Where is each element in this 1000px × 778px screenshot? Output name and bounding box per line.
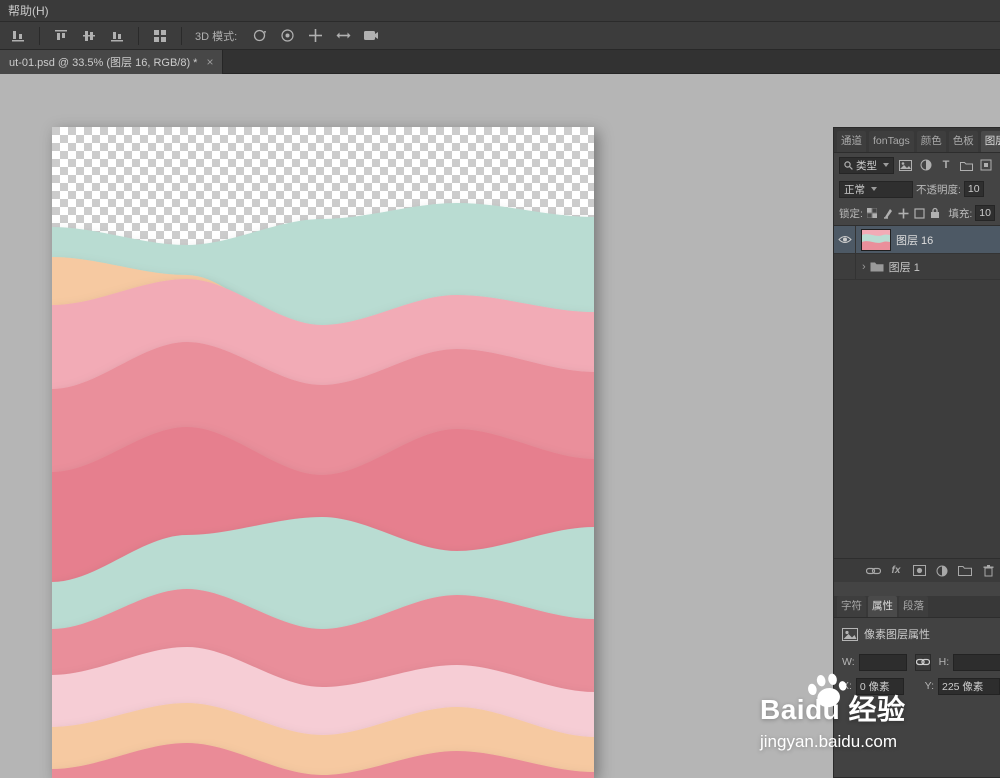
lock-all-icon[interactable] bbox=[929, 206, 942, 221]
layers-filter-row: 类型 T bbox=[834, 153, 1000, 177]
tab-layers[interactable]: 图层 bbox=[980, 131, 1000, 152]
lock-fill-row: 锁定: 填充: 10 bbox=[834, 201, 1000, 225]
delete-layer-icon[interactable] bbox=[980, 563, 996, 579]
divider bbox=[39, 26, 40, 45]
lock-label: 锁定: bbox=[839, 207, 863, 220]
group-disclosure-icon[interactable]: › bbox=[862, 261, 866, 273]
filter-shape-layers-icon[interactable] bbox=[958, 157, 975, 174]
tab-character[interactable]: 字符 bbox=[837, 596, 866, 617]
layer-filter-kind-select[interactable]: 类型 bbox=[839, 156, 894, 174]
layer-row-selected[interactable]: 图层 16 bbox=[834, 226, 1000, 254]
blend-opacity-row: 正常 不透明度: 10 bbox=[834, 177, 1000, 201]
tab-swatches[interactable]: 色板 bbox=[948, 131, 978, 152]
document-tab-title: ut-01.psd @ 33.5% (图层 16, RGB/8) * bbox=[9, 57, 198, 69]
3d-camera-icon[interactable] bbox=[359, 26, 383, 46]
watermark-url: jingyan.baidu.com bbox=[760, 732, 898, 751]
dock-divider bbox=[834, 582, 1000, 596]
blend-mode-select[interactable]: 正常 bbox=[839, 180, 913, 198]
distribute-center-icon[interactable] bbox=[77, 26, 101, 46]
layer-name: 图层 16 bbox=[896, 234, 934, 247]
width-input[interactable] bbox=[858, 653, 907, 671]
tab-channels[interactable]: 通道 bbox=[837, 131, 866, 152]
3d-slide-icon[interactable] bbox=[331, 26, 355, 46]
options-bar: 3D 模式: bbox=[0, 22, 1000, 50]
menu-bar: 帮助(H) bbox=[0, 0, 1000, 22]
width-label: W: bbox=[842, 656, 855, 668]
watermark-brand: Baidu 经验 bbox=[760, 673, 906, 728]
fill-label: 填充: bbox=[948, 207, 973, 220]
pixel-layer-icon bbox=[842, 627, 858, 641]
opacity-value[interactable]: 10 bbox=[963, 181, 984, 197]
distribute-top-icon[interactable] bbox=[49, 26, 73, 46]
right-panel-dock: 通道 fonTags 颜色 色板 图层 类型 T 正常 不透明度: bbox=[833, 127, 1000, 778]
3d-orbit-icon[interactable] bbox=[247, 26, 271, 46]
filter-pixel-layers-icon[interactable] bbox=[897, 157, 914, 174]
paper-cut-waves-illustration bbox=[52, 127, 594, 778]
lock-transparent-pixels-icon[interactable] bbox=[866, 206, 879, 221]
tab-fontags[interactable]: fonTags bbox=[869, 131, 914, 152]
y-input[interactable] bbox=[938, 677, 1000, 695]
divider bbox=[138, 26, 139, 45]
layer-row-group[interactable]: › 图层 1 bbox=[834, 254, 1000, 280]
height-label: H: bbox=[938, 656, 950, 668]
grid-options-icon[interactable] bbox=[148, 26, 172, 46]
layers-panel-tab-bar: 通道 fonTags 颜色 色板 图层 bbox=[834, 128, 1000, 153]
properties-title: 像素图层属性 bbox=[864, 629, 930, 641]
layer-mask-icon[interactable] bbox=[911, 563, 927, 579]
folder-icon bbox=[870, 262, 884, 272]
search-icon bbox=[844, 160, 853, 170]
height-input[interactable] bbox=[953, 653, 1000, 671]
y-label: Y: bbox=[924, 680, 934, 692]
link-layers-icon[interactable] bbox=[865, 563, 881, 579]
chevron-down-icon bbox=[871, 187, 877, 191]
lock-image-pixels-icon[interactable] bbox=[882, 206, 895, 221]
lock-position-icon[interactable] bbox=[897, 206, 910, 221]
layers-panel-footer: fx bbox=[834, 558, 1000, 582]
distribute-bottom-icon[interactable] bbox=[105, 26, 129, 46]
close-tab-icon[interactable]: × bbox=[206, 55, 213, 69]
fill-value[interactable]: 10 bbox=[975, 205, 995, 221]
properties-panel-tab-bar: 字符 属性 段落 bbox=[834, 596, 1000, 618]
adjustment-layer-icon[interactable] bbox=[934, 563, 950, 579]
3d-roll-icon[interactable] bbox=[275, 26, 299, 46]
document-tab[interactable]: ut-01.psd @ 33.5% (图层 16, RGB/8) * × bbox=[0, 50, 224, 74]
layer-style-icon[interactable]: fx bbox=[888, 563, 904, 579]
lock-artboard-icon[interactable] bbox=[913, 206, 926, 221]
tab-paragraph[interactable]: 段落 bbox=[899, 596, 928, 617]
new-group-icon[interactable] bbox=[957, 563, 973, 579]
width-height-row: W: H: bbox=[834, 650, 1000, 674]
watermark: Baidu 经验 jingyan.baidu.com bbox=[760, 673, 906, 752]
layer-list: 图层 16 › 图层 1 bbox=[834, 225, 1000, 558]
menu-help[interactable]: 帮助(H) bbox=[8, 2, 49, 19]
tab-color[interactable]: 颜色 bbox=[916, 131, 946, 152]
align-bottom-icon[interactable] bbox=[6, 26, 30, 46]
chevron-down-icon bbox=[883, 163, 889, 167]
filter-type-layers-icon[interactable]: T bbox=[937, 157, 954, 174]
3d-mode-label: 3D 模式: bbox=[195, 30, 238, 43]
visibility-toggle[interactable] bbox=[834, 254, 856, 279]
document-tab-bar: ut-01.psd @ 33.5% (图层 16, RGB/8) * × bbox=[0, 50, 1000, 74]
filter-smart-objects-icon[interactable] bbox=[978, 157, 995, 174]
filter-adjustment-layers-icon[interactable] bbox=[917, 157, 934, 174]
tab-properties[interactable]: 属性 bbox=[868, 596, 897, 617]
3d-pan-icon[interactable] bbox=[303, 26, 327, 46]
opacity-label: 不透明度: bbox=[916, 183, 961, 196]
link-dimensions-icon[interactable] bbox=[914, 653, 931, 671]
divider bbox=[181, 26, 182, 45]
properties-title-row: 像素图层属性 bbox=[834, 624, 1000, 650]
canvas-artwork[interactable] bbox=[52, 127, 594, 778]
layer-thumbnail[interactable] bbox=[861, 228, 891, 251]
layer-name: 图层 1 bbox=[888, 261, 920, 274]
visibility-toggle[interactable] bbox=[834, 226, 856, 253]
eye-icon bbox=[837, 236, 852, 243]
paw-icon bbox=[803, 668, 853, 721]
